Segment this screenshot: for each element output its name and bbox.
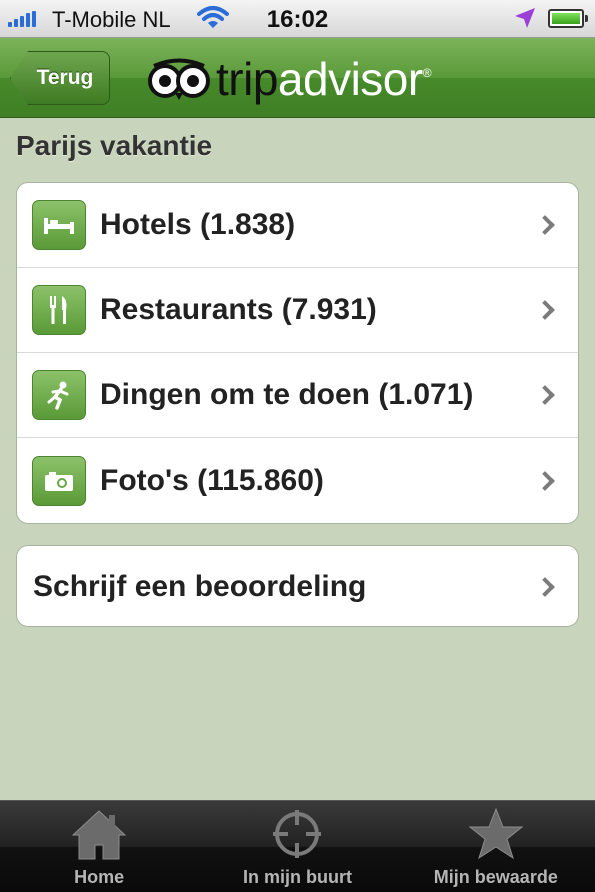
- back-button[interactable]: Terug: [10, 51, 110, 105]
- camera-icon: [32, 455, 86, 506]
- category-list: Hotels (1.838) Restaurants (7.931) Dinge…: [16, 182, 579, 524]
- tab-home[interactable]: Home: [0, 801, 198, 892]
- list-item-restaurants[interactable]: Restaurants (7.931): [17, 268, 578, 353]
- chevron-right-icon: [535, 577, 555, 597]
- chevron-right-icon: [535, 300, 555, 320]
- list-item-label: Dingen om te doen (1.071): [100, 378, 474, 411]
- list-item-label: Foto's (115.860): [100, 463, 324, 497]
- tab-label: In mijn buurt: [243, 867, 352, 887]
- crosshair-icon: [273, 810, 322, 858]
- clock: 16:02: [266, 6, 329, 33]
- tripadvisor-logo: tripadvisor ®: [148, 52, 432, 106]
- list-item-things-to-do[interactable]: Dingen om te doen (1.071): [17, 353, 578, 438]
- registered-mark: ®: [422, 66, 432, 80]
- running-person-icon: [32, 370, 86, 420]
- write-review-label: Schrijf een beoordeling: [33, 570, 367, 603]
- fork-knife-icon: [32, 285, 86, 335]
- tab-nearby[interactable]: In mijn buurt: [198, 801, 396, 892]
- list-item-label: Restaurants (7.931): [100, 293, 377, 326]
- logo-text-trip: trip: [216, 53, 278, 105]
- star-icon: [468, 807, 524, 860]
- chevron-right-icon: [535, 470, 555, 491]
- navigation-bar: Terug tripadvisor ®: [0, 38, 595, 118]
- logo-text-advisor: advisor: [277, 53, 423, 105]
- review-group: Schrijf een beoordeling: [16, 545, 579, 627]
- status-bar: T-Mobile NL 16:02: [0, 0, 595, 38]
- page-title: Parijs vakantie: [16, 130, 213, 161]
- tab-saved[interactable]: Mijn bewaarde: [397, 801, 595, 892]
- tab-label: Home: [74, 867, 125, 887]
- bed-icon: [32, 200, 86, 250]
- chevron-right-icon: [535, 215, 555, 235]
- battery-icon: [548, 9, 588, 28]
- tab-bar: Home In mijn buurt Mijn bewaarde: [0, 800, 595, 892]
- location-arrow-icon: [515, 8, 535, 28]
- list-item-label: Hotels (1.838): [100, 208, 296, 241]
- home-icon: [71, 810, 127, 860]
- chevron-right-icon: [535, 385, 555, 405]
- write-review-button[interactable]: Schrijf een beoordeling: [17, 546, 578, 626]
- list-item-photos[interactable]: Foto's (115.860): [17, 438, 578, 523]
- list-item-hotels[interactable]: Hotels (1.838): [17, 183, 578, 268]
- owl-eyes-icon: [148, 58, 210, 100]
- tab-label: Mijn bewaarde: [433, 867, 558, 887]
